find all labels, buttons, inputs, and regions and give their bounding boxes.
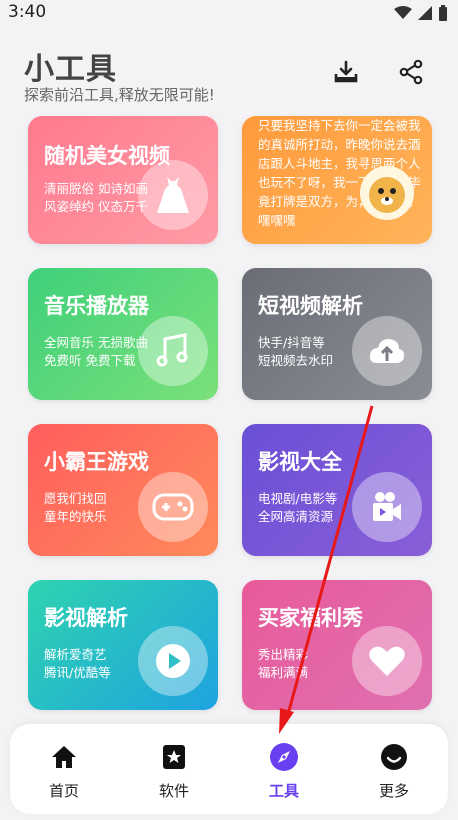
share-button[interactable] [395, 56, 427, 88]
card-movie-parse[interactable]: 影视解析 解析爱奇艺 腾讯/优酷等 [28, 580, 218, 710]
card-title: 音乐播放器 [44, 294, 149, 318]
status-time: 3:40 [8, 2, 47, 22]
card-random-beauty-video[interactable]: 随机美女视频 清丽脱俗 如诗如画 风姿绰约 仪态万千 [28, 116, 218, 244]
nav-label: 首页 [48, 782, 79, 800]
page-title: 小工具 [24, 52, 117, 87]
nav-tools[interactable]: 工具 [244, 742, 324, 802]
download-icon [334, 60, 358, 83]
card-short-video-parse[interactable]: 短视频解析 快手/抖音等 短视频去水印 [242, 268, 432, 400]
download-button[interactable] [330, 56, 362, 88]
card-title: 买家福利秀 [258, 606, 363, 630]
play-icon [138, 626, 208, 696]
music-note-icon [138, 316, 208, 386]
smile-icon [379, 742, 409, 772]
nav-more[interactable]: 更多 [354, 742, 434, 802]
nav-home[interactable]: 首页 [24, 742, 104, 802]
dress-icon [138, 160, 208, 230]
status-bar: 3:40 [0, 0, 458, 26]
card-xiaobawang-game[interactable]: 小霸王游戏 愿我们找回 童年的快乐 [28, 424, 218, 556]
nav-label: 工具 [268, 782, 299, 800]
heart-icon [352, 626, 422, 696]
card-title: 随机美女视频 [44, 144, 170, 168]
card-buyer-welfare-show[interactable]: 买家福利秀 秀出精彩 福利满满 [242, 580, 432, 710]
card-title: 影视解析 [44, 606, 128, 630]
status-icons [394, 5, 448, 21]
nav-label: 软件 [158, 782, 189, 800]
gamepad-icon [138, 472, 208, 542]
share-icon [399, 59, 423, 85]
nav-label: 更多 [378, 782, 409, 800]
card-title: 小霸王游戏 [44, 450, 149, 474]
wifi-icon [394, 6, 412, 19]
battery-icon [439, 5, 447, 21]
doge-icon [360, 166, 414, 220]
card-movie-collection[interactable]: 影视大全 电视剧/电影等 全网高清资源 [242, 424, 432, 556]
bottom-nav: 首页 软件 工具 更多 [10, 724, 448, 814]
star-box-icon [159, 742, 189, 772]
home-icon [49, 742, 79, 772]
card-title: 影视大全 [258, 450, 342, 474]
video-camera-icon [352, 472, 422, 542]
nav-software[interactable]: 软件 [134, 742, 214, 802]
compass-icon [269, 742, 299, 772]
card-joke-text[interactable]: 只要我坚持下去你一定会被我的真诚所打动，昨晚你说去酒店跟人斗地主，我寻思两个人也… [242, 116, 432, 244]
cloud-upload-icon [352, 316, 422, 386]
card-title: 短视频解析 [258, 294, 363, 318]
page-subtitle: 探索前沿工具,释放无限可能! [24, 86, 215, 104]
card-music-player[interactable]: 音乐播放器 全网音乐 无损歌曲 免费听 免费下载 [28, 268, 218, 400]
signal-icon [418, 6, 432, 20]
